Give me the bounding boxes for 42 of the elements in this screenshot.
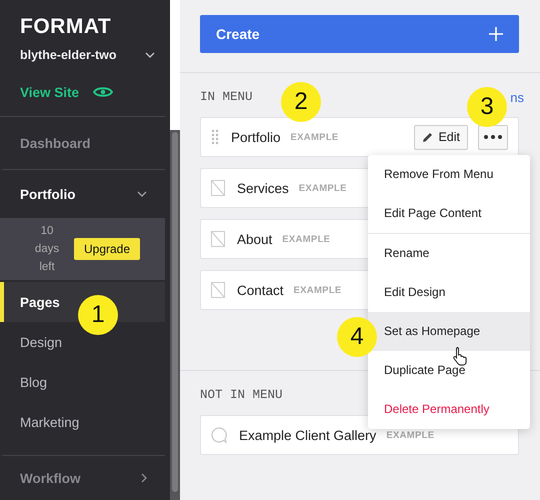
page-tag: EXAMPLE	[298, 182, 347, 194]
chevron-right-icon	[141, 473, 147, 483]
options-link[interactable]: ns	[510, 90, 524, 104]
page-tag: EXAMPLE	[386, 430, 434, 440]
trial-text: 10 days left	[34, 224, 60, 275]
page-name: Services	[237, 180, 289, 196]
page-row[interactable]: Portfolio EXAMPLE Edit	[200, 117, 519, 157]
plus-icon	[489, 27, 503, 41]
ellipsis-icon	[484, 135, 502, 139]
page-icon	[211, 282, 225, 298]
more-button[interactable]	[478, 124, 508, 150]
hand-cursor-icon	[452, 346, 468, 366]
sidebar-item[interactable]: Portfolio	[0, 170, 165, 218]
page-name: Contact	[237, 282, 284, 298]
site-name: blythe-elder-two	[20, 48, 117, 62]
page-name: About	[237, 232, 272, 246]
drag-handle-icon[interactable]	[211, 129, 219, 145]
sidebar-item[interactable]: Workflow	[0, 455, 165, 500]
sidebar-item[interactable]: Dashboard	[0, 117, 165, 170]
chevron-down-icon[interactable]	[145, 52, 155, 58]
speech-bubble-icon	[211, 427, 227, 443]
page-icon	[211, 180, 225, 196]
page-tag: EXAMPLE	[294, 284, 342, 296]
sidebar-item[interactable]: Marketing	[0, 402, 165, 442]
section-title: NOT IN MENU	[200, 388, 283, 402]
menu-item[interactable]: Set as Homepage	[368, 312, 530, 351]
sidebar-item[interactable]: Blog	[0, 362, 165, 402]
page-name: Example Client Gallery	[239, 428, 376, 442]
edit-button[interactable]: Edit	[414, 124, 468, 150]
page-tag: EXAMPLE	[290, 132, 339, 142]
page-name: Portfolio	[231, 130, 281, 144]
upgrade-button[interactable]: Upgrade	[74, 238, 140, 260]
page-icon	[211, 231, 225, 247]
logo: FORMAT	[19, 14, 112, 39]
pencil-icon	[422, 132, 434, 142]
eye-icon[interactable]	[93, 86, 114, 98]
chevron-down-icon	[137, 191, 147, 197]
view-site-link[interactable]: View Site	[20, 84, 80, 100]
create-button[interactable]: Create	[200, 15, 519, 53]
page-tag: EXAMPLE	[282, 234, 330, 244]
scrollbar[interactable]	[170, 130, 180, 500]
section-title: IN MENU	[200, 90, 253, 104]
